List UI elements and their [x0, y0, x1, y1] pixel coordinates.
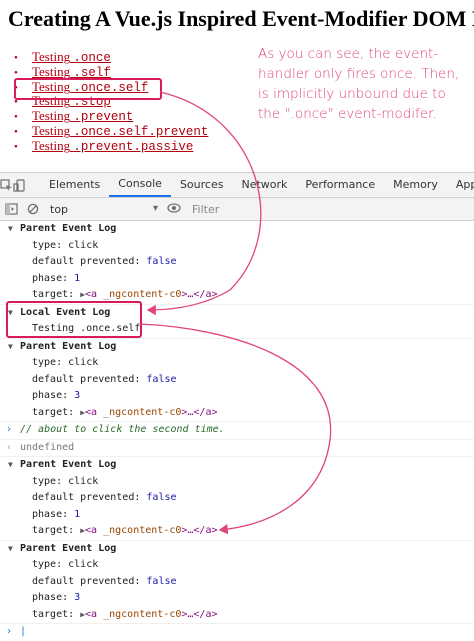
- console-prompt[interactable]: › |: [0, 624, 474, 641]
- prompt-chevron-icon: ›: [6, 626, 13, 637]
- list-item: • Testing .prevent: [14, 108, 134, 125]
- expand-triangle-icon[interactable]: ▼: [8, 221, 13, 238]
- tab-sources[interactable]: Sources: [171, 173, 233, 197]
- tab-memory[interactable]: Memory: [384, 173, 447, 197]
- link-self[interactable]: Testing .self: [32, 64, 111, 80]
- device-icon[interactable]: [13, 173, 26, 197]
- eye-icon[interactable]: [162, 202, 186, 216]
- filter-input[interactable]: Filter: [186, 203, 219, 216]
- clear-console-icon[interactable]: [22, 197, 44, 221]
- group-parent-event-log[interactable]: ▼ Parent Event Log: [0, 541, 474, 558]
- expand-triangle-icon[interactable]: ▼: [8, 339, 13, 356]
- list-item: • Testing .prevent.passive: [14, 137, 194, 154]
- log-type: type: click: [32, 357, 99, 368]
- tab-application[interactable]: Applica: [447, 173, 474, 197]
- link-prevent-passive[interactable]: Testing .prevent.passive: [32, 138, 193, 154]
- log-phase: phase: 3: [32, 390, 81, 401]
- highlight-local-event-log: [6, 301, 142, 338]
- tab-console[interactable]: Console: [109, 173, 171, 197]
- log-type: type: click: [32, 559, 99, 570]
- tab-network[interactable]: Network: [232, 173, 296, 197]
- link-prevent[interactable]: Testing .prevent: [32, 108, 133, 124]
- result-chevron-icon: ‹: [6, 441, 13, 453]
- group-parent-event-log[interactable]: ▼ Parent Event Log: [0, 339, 474, 356]
- log-target[interactable]: target: ▶<a _ngcontent-c0>…</a>: [0, 405, 474, 422]
- group-parent-event-log[interactable]: ▼ Parent Event Log: [0, 221, 474, 238]
- panel-toggle-icon[interactable]: [0, 197, 22, 221]
- expand-triangle-icon[interactable]: ▼: [8, 541, 13, 558]
- log-type: type: click: [32, 239, 99, 251]
- log-type: type: click: [32, 475, 99, 487]
- log-default-prevented: default prevented: false: [32, 373, 177, 385]
- devtools-tabbar: Elements Console Sources Network Perform…: [0, 173, 474, 198]
- list-item: • Testing .once: [14, 49, 111, 65]
- annotation-note: As you can see, the event-handler only f…: [258, 46, 460, 122]
- context-select[interactable]: top: [44, 203, 162, 216]
- log-target[interactable]: target: ▶<a _ngcontent-c0>…</a>: [0, 523, 474, 541]
- expand-triangle-icon[interactable]: ▼: [8, 457, 13, 474]
- inspect-icon[interactable]: [0, 173, 13, 197]
- tab-performance[interactable]: Performance: [296, 173, 384, 197]
- log-phase: phase: 1: [32, 272, 81, 284]
- modifier-link-list: • Testing .once • Testing .self • Testing .…: [14, 49, 209, 154]
- console-input-line: ›// about to click the second time.: [0, 422, 474, 440]
- log-phase: phase: 1: [32, 508, 81, 520]
- highlight-once-self-link: [14, 78, 162, 100]
- console-result-line: ‹ undefined: [0, 440, 474, 457]
- log-default-prevented: default prevented: false: [32, 575, 177, 587]
- input-chevron-icon: ›: [6, 424, 13, 435]
- log-default-prevented: default prevented: false: [32, 492, 177, 503]
- page-title: Creating A Vue.js Inspired Event-Modifie…: [8, 6, 474, 31]
- log-default-prevented: default prevented: false: [32, 256, 177, 267]
- tab-elements[interactable]: Elements: [40, 173, 109, 197]
- link-once-self-prevent[interactable]: Testing .once.self.prevent: [32, 123, 208, 139]
- list-item: • Testing .once.self.prevent: [14, 122, 209, 139]
- console-output: ▼ Parent Event Log type: click default pr…: [0, 221, 474, 641]
- log-phase: phase: 3: [32, 592, 81, 603]
- console-filterbar: top Filter: [0, 198, 474, 221]
- devtools-panel: Elements Console Sources Network Perform…: [0, 172, 474, 638]
- link-once[interactable]: Testing .once: [32, 49, 111, 65]
- log-target[interactable]: target: ▶<a _ngcontent-c0>…</a>: [0, 607, 474, 624]
- group-parent-event-log[interactable]: ▼ Parent Event Log: [0, 457, 474, 474]
